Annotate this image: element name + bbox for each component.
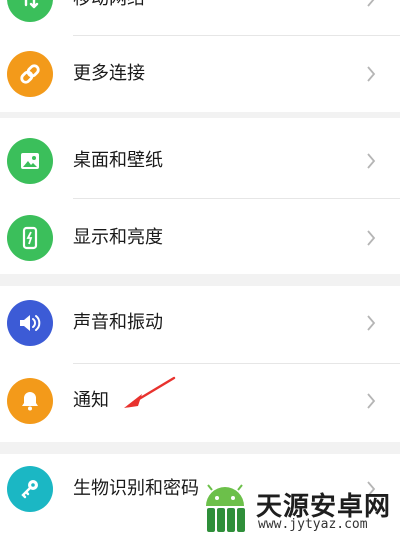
link-icon: [7, 51, 53, 97]
chevron-right-icon: [367, 153, 376, 169]
settings-row-label: 生物识别和密码: [73, 478, 199, 499]
settings-row-more-connections[interactable]: 更多连接: [0, 33, 400, 115]
settings-row-notifications[interactable]: 通知: [0, 360, 400, 442]
settings-row-display-brightness[interactable]: 显示和亮度: [0, 197, 400, 279]
settings-row-label: 通知: [73, 390, 109, 411]
chevron-right-icon: [367, 393, 376, 409]
settings-row-label: 桌面和壁纸: [73, 150, 163, 171]
speaker-icon: [7, 300, 53, 346]
settings-group-display: 桌面和壁纸 显示和亮度: [0, 118, 400, 274]
settings-group-sound: 声音和振动 通知: [0, 286, 400, 442]
settings-row-sound-vibration[interactable]: 声音和振动: [0, 282, 400, 364]
phone-brightness-icon: [7, 215, 53, 261]
settings-row-label: 显示和亮度: [73, 227, 163, 248]
settings-row-label: 更多连接: [73, 63, 145, 84]
chevron-right-icon: [367, 0, 375, 7]
settings-group-security: 生物识别和密码: [0, 454, 400, 538]
settings-row-label: 移动网络: [73, 0, 145, 11]
key-icon: [7, 466, 53, 512]
chevron-right-icon: [367, 230, 376, 246]
settings-row-label: 声音和振动: [73, 312, 163, 333]
chevron-right-icon: [367, 315, 376, 331]
chevron-right-icon: [367, 481, 376, 497]
image-icon: [7, 138, 53, 184]
settings-group-network: 移动网络 更多连接: [0, 0, 400, 112]
settings-row-biometrics-password[interactable]: 生物识别和密码: [0, 448, 400, 530]
settings-row-wallpaper[interactable]: 桌面和壁纸: [0, 120, 400, 202]
bell-icon: [7, 378, 53, 424]
mobile-network-icon: [7, 0, 53, 22]
settings-screen: 移动网络 更多连接 桌面和壁纸 显示和亮度: [0, 0, 400, 538]
chevron-right-icon: [367, 66, 376, 82]
